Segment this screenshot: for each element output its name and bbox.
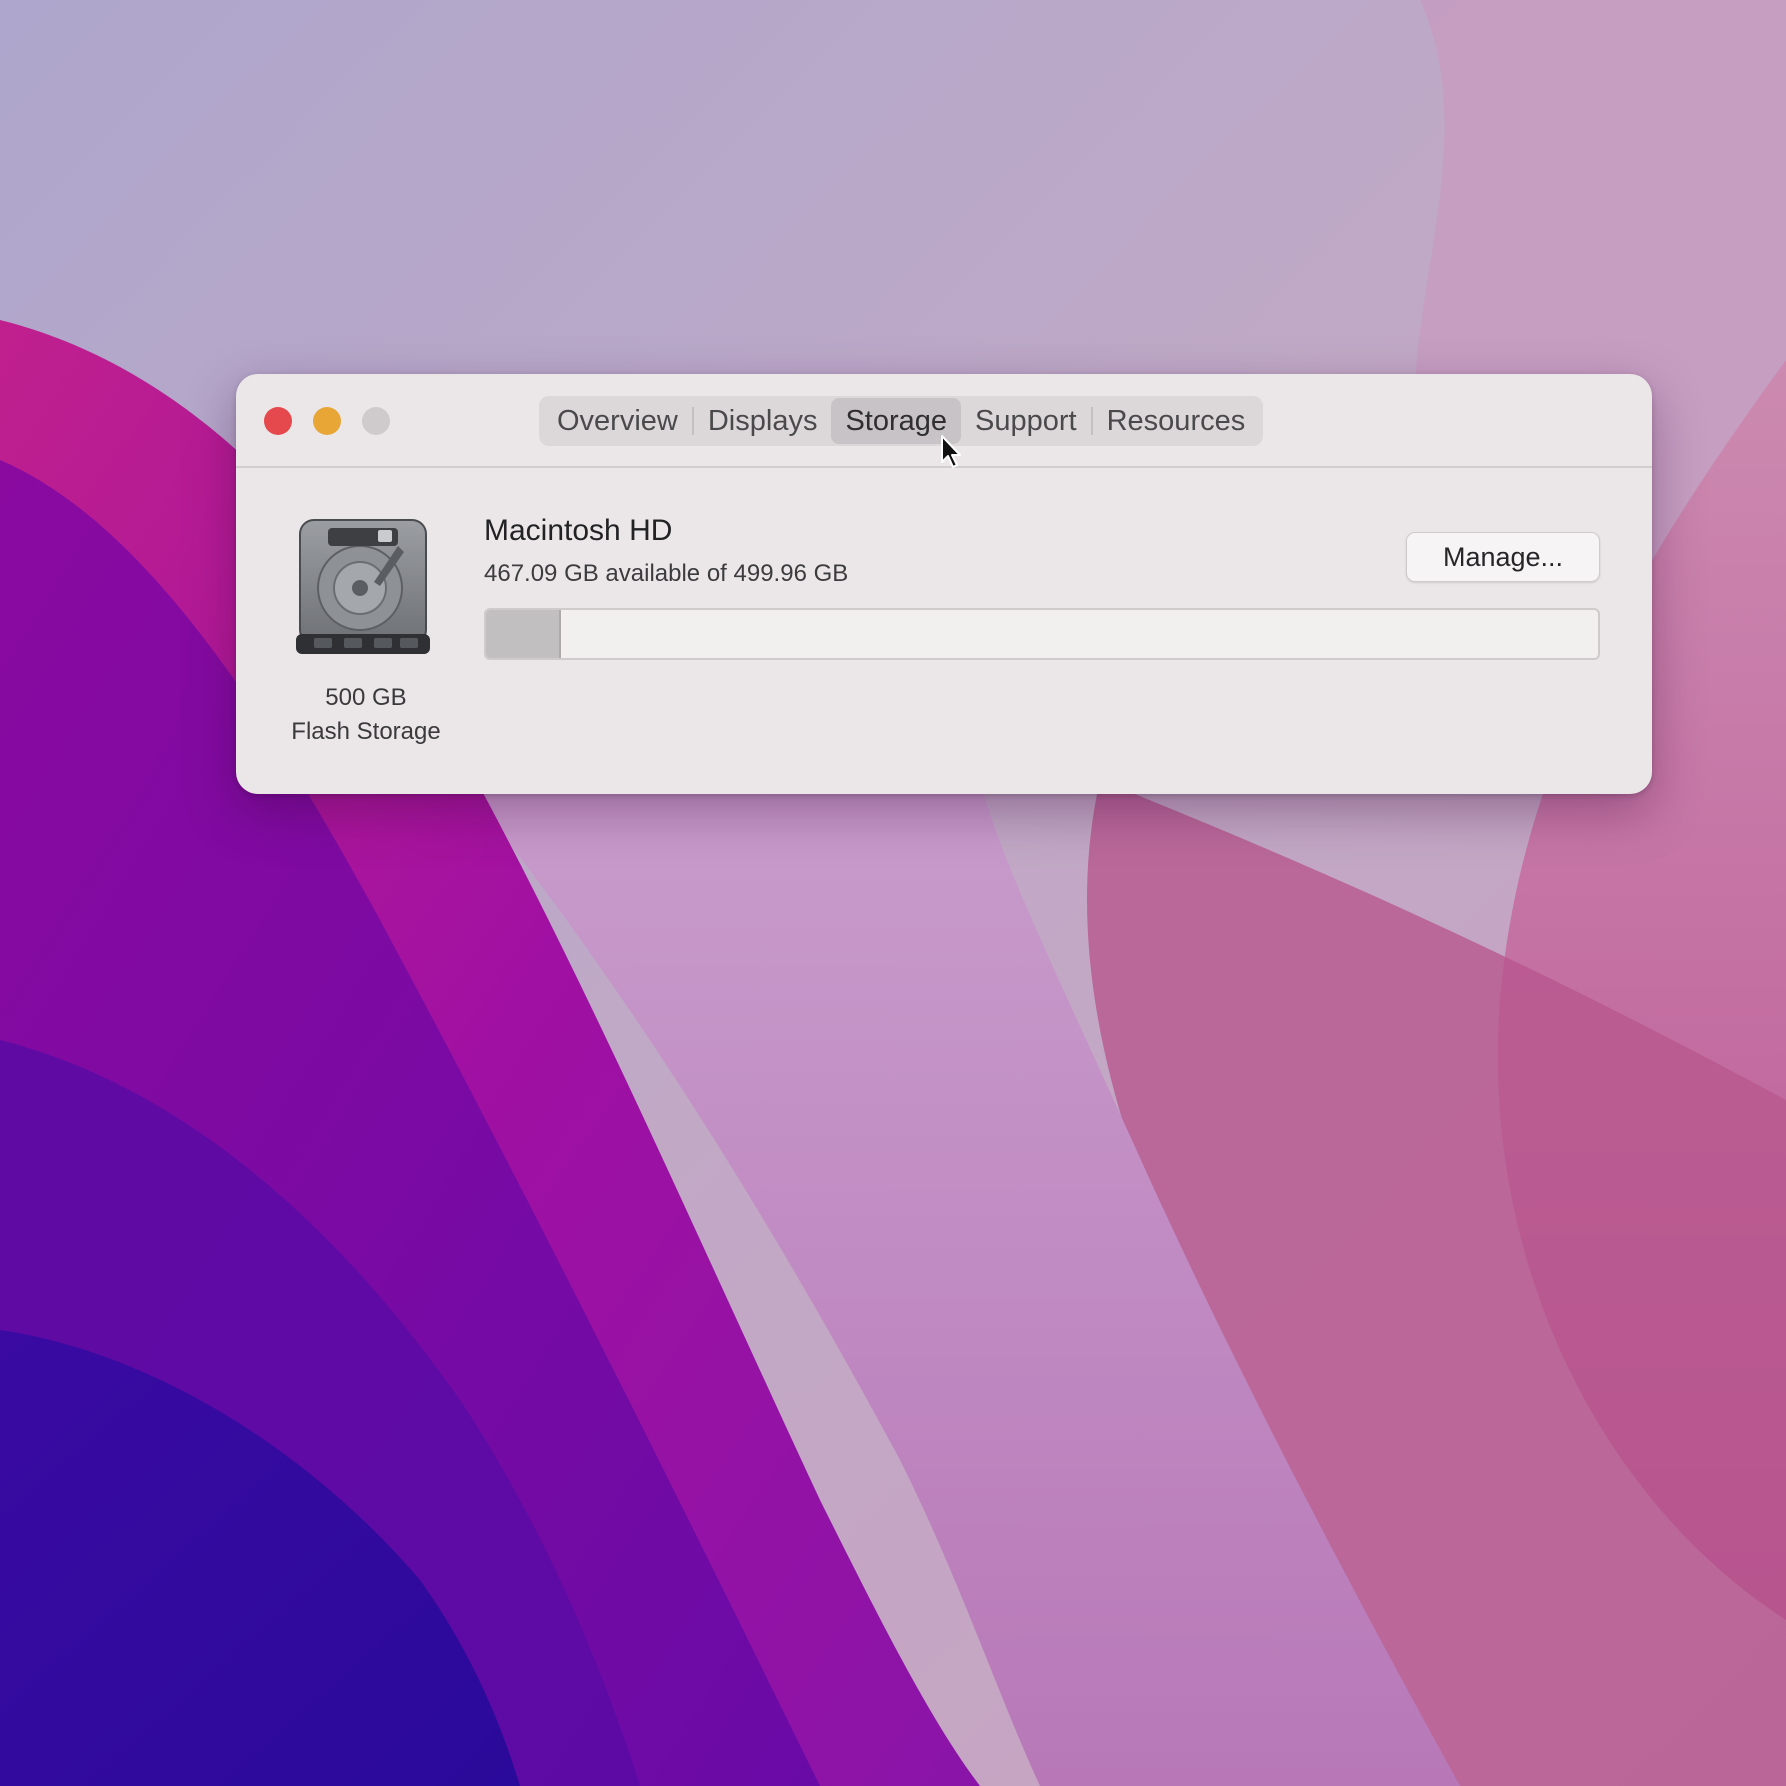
volume-availability: 467.09 GB available of 499.96 GB: [484, 560, 849, 587]
zoom-button[interactable]: [362, 407, 390, 435]
tab-displays[interactable]: Displays: [694, 398, 832, 444]
volume-name: Macintosh HD: [484, 514, 673, 547]
manage-button[interactable]: Manage...: [1406, 532, 1600, 582]
tab-resources[interactable]: Resources: [1093, 398, 1260, 444]
storage-capacity: 500 GB: [325, 684, 407, 711]
close-button[interactable]: [264, 407, 292, 435]
storage-usage-bar: [484, 608, 1600, 660]
tab-bar: Overview Displays Storage Support Resour…: [539, 396, 1264, 446]
desktop-wallpaper: [0, 0, 1786, 1786]
tab-support[interactable]: Support: [961, 398, 1091, 444]
storage-used-segment: [486, 610, 562, 658]
hard-drive-icon: [296, 519, 430, 654]
mouse-pointer-icon: [941, 435, 961, 468]
storage-type: Flash Storage: [291, 718, 441, 745]
tab-overview[interactable]: Overview: [543, 398, 692, 444]
minimize-button[interactable]: [313, 407, 341, 435]
